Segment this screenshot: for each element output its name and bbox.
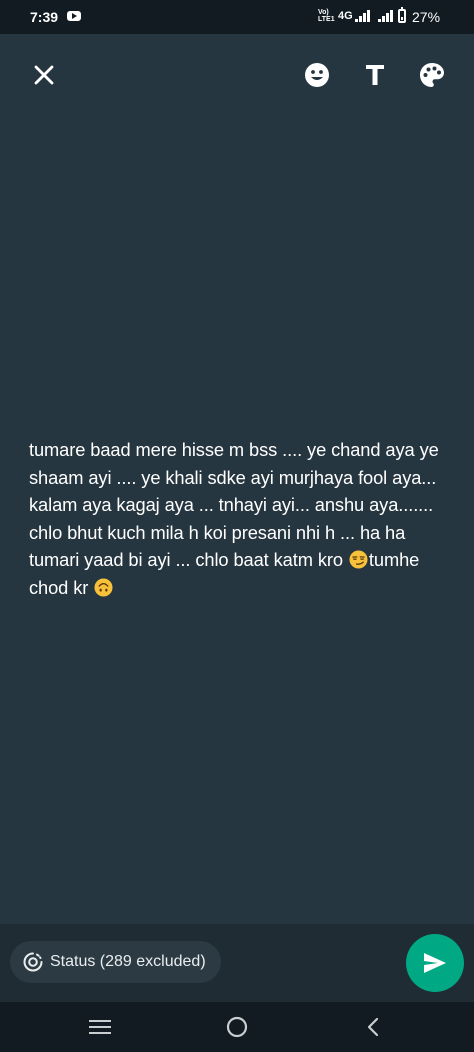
close-icon[interactable] — [29, 60, 59, 90]
status-audience-label: Status (289 excluded) — [50, 953, 206, 970]
status-audience-button[interactable]: Status (289 excluded) — [10, 941, 221, 983]
text-style-icon[interactable] — [360, 60, 390, 90]
emoji-icon[interactable] — [302, 60, 332, 90]
signal-icon — [355, 10, 371, 22]
system-nav-bar — [0, 1002, 474, 1052]
signal-icon-2 — [378, 10, 394, 22]
status-text-content[interactable]: tumare baad mere hisse m bss .... ye cha… — [29, 436, 449, 601]
volte-label: Vo) LTE1 — [318, 9, 335, 23]
battery-icon — [398, 7, 406, 23]
status-editor-screen: 7:39 Vo) LTE1 4G 27% tumare baad mere hi… — [0, 0, 474, 1052]
smirking-face-emoji-icon — [349, 549, 368, 569]
upside-down-face-emoji-icon — [94, 577, 113, 597]
send-button[interactable] — [406, 934, 464, 992]
status-ring-icon — [23, 952, 43, 972]
recents-icon[interactable] — [87, 1014, 113, 1040]
send-icon — [424, 953, 446, 973]
back-icon[interactable] — [360, 1014, 386, 1040]
home-icon[interactable] — [224, 1014, 250, 1040]
system-status-bar: 7:39 Vo) LTE1 4G 27% — [0, 0, 474, 34]
palette-icon[interactable] — [417, 60, 447, 90]
clock: 7:39 — [30, 9, 59, 25]
youtube-icon — [67, 11, 81, 21]
battery-percent: 27% — [412, 9, 441, 25]
network-type: 4G — [338, 10, 353, 22]
